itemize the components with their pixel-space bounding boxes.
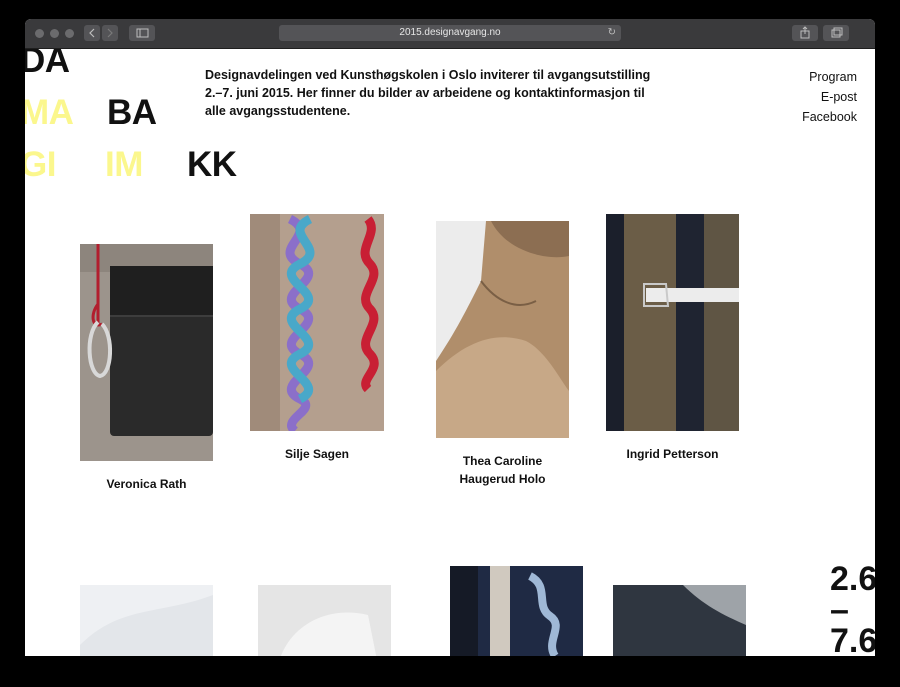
- forward-button[interactable]: [102, 25, 118, 41]
- browser-toolbar: 2015.designavgang.no ↻: [25, 19, 875, 49]
- intro-text: Designavdelingen ved Kunsthøgskolen i Os…: [205, 68, 651, 118]
- logo-letters-da[interactable]: DA: [25, 49, 70, 79]
- chevron-left-icon: [89, 28, 95, 38]
- reload-icon[interactable]: ↻: [608, 25, 616, 41]
- share-button[interactable]: [792, 25, 818, 41]
- chevron-right-icon: [107, 28, 113, 38]
- nav-facebook-link[interactable]: Facebook: [802, 107, 857, 127]
- minimize-window-button[interactable]: [50, 29, 59, 38]
- sidebar-button[interactable]: [129, 25, 155, 41]
- logo-letters-ma[interactable]: MA: [25, 95, 74, 131]
- main-nav: Program E-post Facebook: [802, 67, 857, 127]
- student-name-thea-caroline-haugerud-holo[interactable]: Thea Caroline Haugerud Holo: [436, 452, 569, 488]
- student-image-row2-2[interactable]: [258, 585, 391, 656]
- logo-letters-ba[interactable]: BA: [107, 95, 157, 131]
- sidebar-icon: [136, 28, 149, 38]
- date-end: 7.6: [830, 622, 875, 656]
- student-image-veronica-rath[interactable]: [80, 244, 213, 461]
- nav-email-link[interactable]: E-post: [802, 87, 857, 107]
- logo-letters-gi[interactable]: GI: [25, 147, 56, 183]
- student-image-row2-4[interactable]: [613, 585, 746, 656]
- tabs-icon: [831, 27, 843, 38]
- student-name-silje-sagen[interactable]: Silje Sagen: [250, 445, 384, 463]
- page-content: DA MA BA GI IM KK Designavdelingen ved K…: [25, 49, 875, 656]
- url-text: 2015.designavgang.no: [399, 27, 501, 38]
- share-icon: [800, 26, 810, 39]
- student-name-veronica-rath[interactable]: Veronica Rath: [80, 475, 213, 493]
- zoom-window-button[interactable]: [65, 29, 74, 38]
- student-image-row2-3[interactable]: [450, 566, 583, 656]
- student-name-ingrid-petterson[interactable]: Ingrid Petterson: [606, 445, 739, 463]
- address-bar[interactable]: 2015.designavgang.no ↻: [279, 25, 621, 41]
- tabs-button[interactable]: [823, 25, 849, 41]
- student-image-row2-1[interactable]: [80, 585, 213, 656]
- close-window-button[interactable]: [35, 29, 44, 38]
- browser-window: 2015.designavgang.no ↻ DA MA BA GI IM KK…: [25, 19, 875, 656]
- nav-program-link[interactable]: Program: [802, 67, 857, 87]
- back-button[interactable]: [84, 25, 100, 41]
- student-image-ingrid-petterson[interactable]: [606, 214, 739, 431]
- logo-letters-kk[interactable]: KK: [187, 147, 237, 183]
- logo-letters-im[interactable]: IM: [105, 147, 143, 183]
- exhibition-dates: 2.6 – 7.6: [830, 562, 875, 656]
- student-image-thea-caroline-haugerud-holo[interactable]: [436, 221, 569, 438]
- student-image-silje-sagen[interactable]: [250, 214, 384, 431]
